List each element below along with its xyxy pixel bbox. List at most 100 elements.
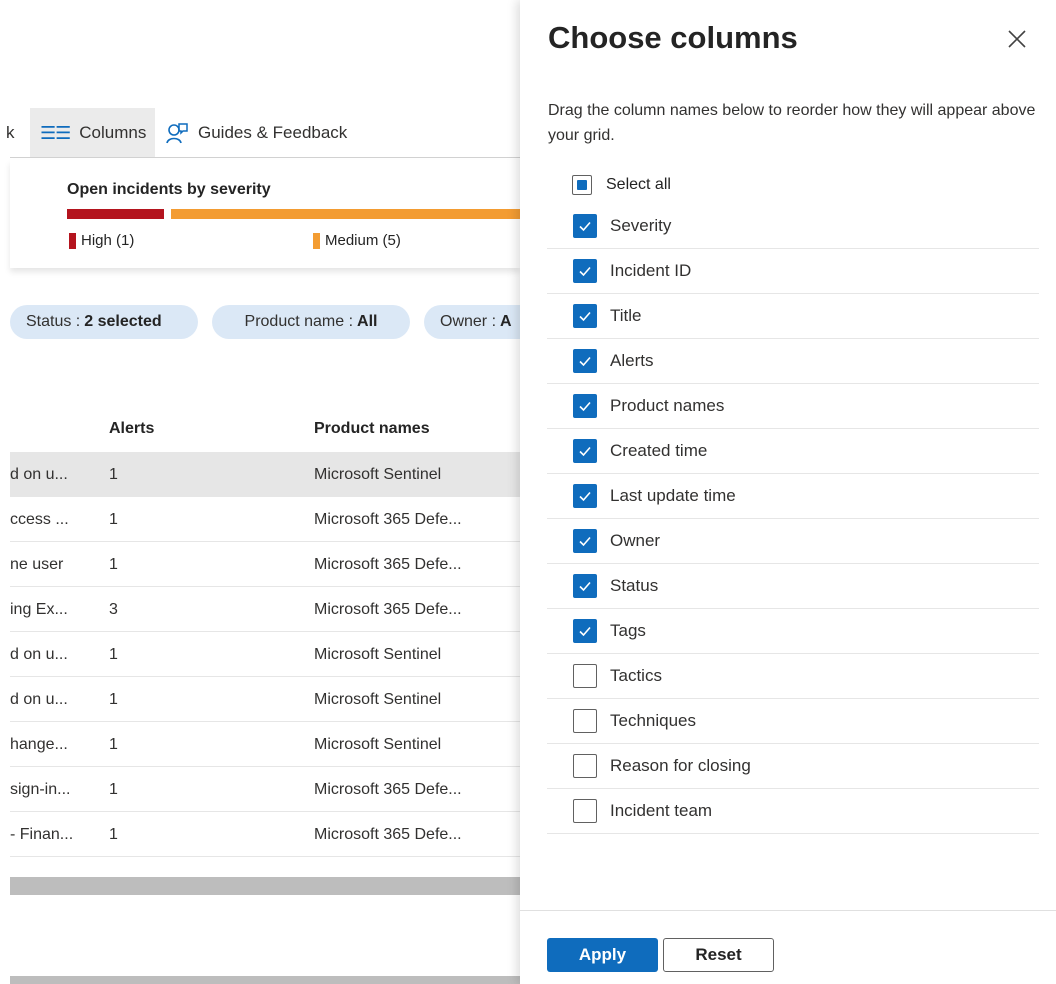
table-row[interactable]: ccess ... 1 Microsoft 365 Defe... [10, 497, 520, 542]
row-product-cell: Microsoft Sentinel [314, 646, 442, 663]
column-option[interactable]: Last update time [547, 474, 1039, 519]
column-option[interactable]: Owner [547, 519, 1039, 564]
legend-medium-label: Medium (5) [325, 232, 401, 249]
select-all-indeterminate-icon [572, 175, 592, 195]
row-title-cell: d on u... [10, 691, 68, 708]
page-scrollbar[interactable] [10, 976, 520, 984]
table-row[interactable]: ing Ex... 3 Microsoft 365 Defe... [10, 587, 520, 632]
select-all-checkbox[interactable]: Select all [572, 170, 671, 200]
row-product-cell: Microsoft 365 Defe... [314, 781, 462, 798]
checkbox-checked-icon[interactable] [573, 619, 597, 643]
row-product-cell: Microsoft Sentinel [314, 466, 442, 483]
row-title-cell: ne user [10, 556, 64, 573]
column-option-label: Tactics [610, 666, 662, 685]
checkbox-checked-icon[interactable] [573, 529, 597, 553]
table-row[interactable]: sign-in... 1 Microsoft 365 Defe... [10, 767, 520, 812]
columns-button[interactable]: ☰☰ Columns [30, 108, 155, 158]
severity-bar-medium [171, 209, 531, 219]
row-title-cell: ing Ex... [10, 601, 68, 618]
checkbox-checked-icon[interactable] [573, 304, 597, 328]
checkbox-checked-icon[interactable] [573, 349, 597, 373]
checkbox-empty-icon[interactable] [573, 664, 597, 688]
row-alerts-cell: 1 [109, 556, 118, 573]
table-row[interactable]: - Finan... 1 Microsoft 365 Defe... [10, 812, 520, 857]
column-option[interactable]: Created time [547, 429, 1039, 474]
checkbox-empty-icon[interactable] [573, 709, 597, 733]
column-option[interactable]: Severity [547, 204, 1039, 249]
row-alerts-cell: 1 [109, 691, 118, 708]
horizontal-scrollbar[interactable] [10, 877, 520, 895]
owner-filter-key: Owner : [440, 313, 497, 330]
row-alerts-cell: 1 [109, 781, 118, 798]
guides-feedback-label: Guides & Feedback [198, 123, 348, 142]
guides-feedback-icon [166, 123, 188, 144]
column-option[interactable]: Tags [547, 609, 1039, 654]
row-product-cell: Microsoft Sentinel [314, 691, 442, 708]
row-title-cell: ccess ... [10, 511, 69, 528]
choose-columns-panel: Choose columns Drag the column names bel… [520, 0, 1056, 984]
apply-button[interactable]: Apply [547, 938, 658, 972]
checkbox-checked-icon[interactable] [573, 439, 597, 463]
row-alerts-cell: 1 [109, 466, 118, 483]
grid-rows: d on u... 1 Microsoft Sentinel ccess ... 1 Mi… [10, 452, 520, 857]
row-product-cell: Microsoft 365 Defe... [314, 511, 462, 528]
column-option[interactable]: Incident ID [547, 249, 1039, 294]
product-filter-value: All [357, 313, 378, 330]
guides-feedback-button[interactable]: Guides & Feedback [165, 108, 347, 158]
row-product-cell: Microsoft Sentinel [314, 736, 442, 753]
column-option[interactable]: Techniques [547, 699, 1039, 744]
status-filter-pill[interactable]: Status : 2 selected [10, 305, 198, 339]
product-names-column-header[interactable]: Product names [314, 420, 430, 438]
row-alerts-cell: 1 [109, 511, 118, 528]
row-product-cell: Microsoft 365 Defe... [314, 556, 462, 573]
checkbox-checked-icon[interactable] [573, 394, 597, 418]
checkbox-checked-icon[interactable] [573, 574, 597, 598]
table-row[interactable]: ne user 1 Microsoft 365 Defe... [10, 542, 520, 587]
columns-button-label: Columns [79, 123, 147, 142]
column-option-label: Last update time [610, 486, 736, 505]
column-option-label: Tags [610, 621, 646, 640]
table-row[interactable]: hange... 1 Microsoft Sentinel [10, 722, 520, 767]
close-icon [1008, 30, 1026, 48]
column-option-label: Status [610, 576, 659, 595]
column-option-label: Incident ID [610, 261, 692, 280]
panel-title: Choose columns [548, 20, 798, 55]
checkbox-empty-icon[interactable] [573, 754, 597, 778]
column-option[interactable]: Tactics [547, 654, 1039, 699]
row-alerts-cell: 1 [109, 646, 118, 663]
row-title-cell: sign-in... [10, 781, 71, 798]
column-option-label: Title [610, 306, 642, 325]
checkbox-checked-icon[interactable] [573, 259, 597, 283]
panel-description: Drag the column names below to reorder h… [548, 102, 1036, 144]
select-all-label: Select all [606, 176, 671, 193]
severity-card-title: Open incidents by severity [67, 181, 271, 198]
column-option[interactable]: Alerts [547, 339, 1039, 384]
checkbox-empty-icon[interactable] [573, 799, 597, 823]
row-title-cell: d on u... [10, 646, 68, 663]
incidents-grid: Alerts Product names d on u... 1 Microsoft… [10, 404, 520, 857]
toolbar-partial-item[interactable]: k [6, 108, 15, 158]
row-product-cell: Microsoft 365 Defe... [314, 601, 462, 618]
legend-high-label: High (1) [81, 232, 135, 249]
table-row[interactable]: d on u... 1 Microsoft Sentinel [10, 452, 520, 497]
close-button[interactable] [1004, 26, 1030, 52]
column-option[interactable]: Incident team [547, 789, 1039, 834]
product-filter-pill[interactable]: Product name : All [212, 305, 410, 339]
legend-medium-swatch [313, 232, 320, 249]
severity-card: Open incidents by severity High (1) Medi… [10, 160, 531, 268]
row-product-cell: Microsoft 365 Defe... [314, 826, 462, 843]
column-option-label: Techniques [610, 711, 697, 730]
reset-button[interactable]: Reset [663, 938, 774, 972]
row-title-cell: d on u... [10, 466, 68, 483]
table-row[interactable]: d on u... 1 Microsoft Sentinel [10, 677, 520, 722]
column-option[interactable]: Title [547, 294, 1039, 339]
table-row[interactable]: d on u... 1 Microsoft Sentinel [10, 632, 520, 677]
column-option[interactable]: Product names [547, 384, 1039, 429]
checkbox-checked-icon[interactable] [573, 484, 597, 508]
column-option-label: Severity [610, 216, 672, 235]
column-option-label: Created time [610, 441, 708, 460]
alerts-column-header[interactable]: Alerts [109, 420, 154, 438]
column-option[interactable]: Reason for closing [547, 744, 1039, 789]
column-option[interactable]: Status [547, 564, 1039, 609]
checkbox-checked-icon[interactable] [573, 214, 597, 238]
